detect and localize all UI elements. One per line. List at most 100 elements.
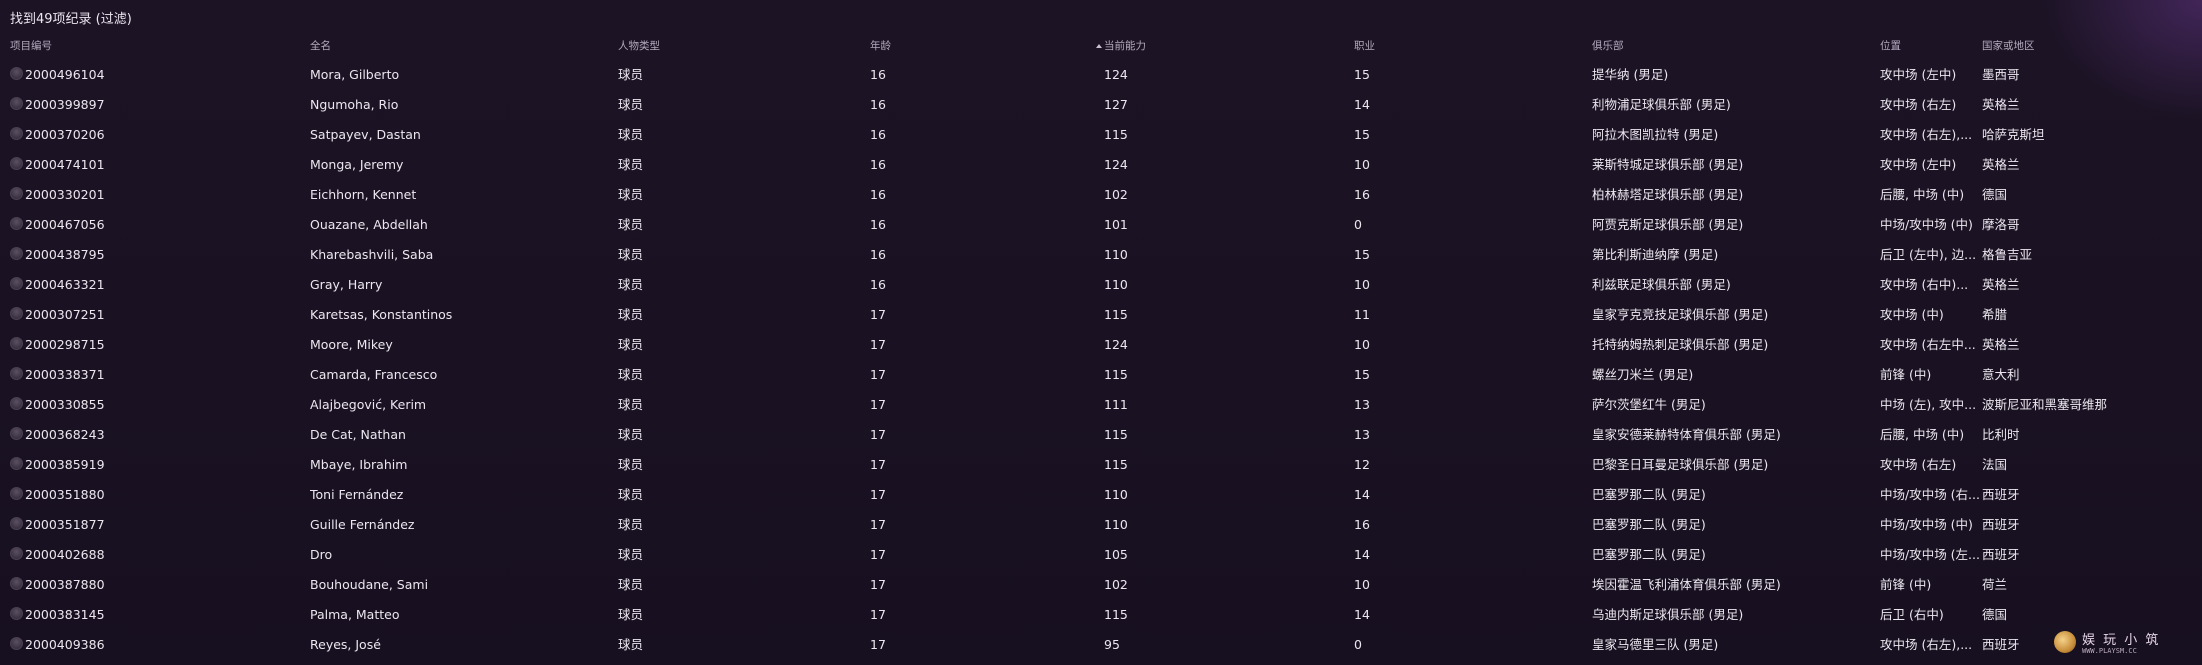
cell-id: 2000385919 (10, 450, 300, 480)
cell-name[interactable]: Guille Fernández (310, 510, 610, 540)
cell-nation: 格鲁吉亚 (1982, 247, 2033, 262)
person-icon (10, 127, 23, 140)
cell-club: 利物浦足球俱乐部 (男足) (1592, 97, 1731, 112)
cell-age: 17 (870, 607, 886, 622)
cell-position: 攻中场 (左中) (1880, 67, 1957, 82)
cell-id-text: 2000298715 (25, 337, 105, 352)
cell-club: 托特纳姆热刺足球俱乐部 (男足) (1592, 337, 1769, 352)
table-row[interactable]: 2000298715 Moore, Mikey 球员 17 124 10 托特纳姆热刺足球俱… (0, 330, 2202, 360)
table-row[interactable]: 2000467056 Ouazane, Abdellah 球员 16 101 0 阿贾克斯足… (0, 210, 2202, 240)
cell-name[interactable]: Satpayev, Dastan (310, 120, 610, 150)
header-ca[interactable]: 当前能力 (1096, 38, 1336, 53)
table-row[interactable]: 2000330201 Eichhorn, Kennet 球员 16 102 16 柏林赫塔足… (0, 180, 2202, 210)
table-row[interactable]: 2000474101 Monga, Jeremy 球员 16 124 10 莱斯特城足球俱乐… (0, 150, 2202, 180)
cell-type: 球员 (618, 217, 644, 232)
cell-id-text: 2000330855 (25, 397, 105, 412)
cell-job: 10 (1354, 277, 1370, 292)
header-ca-label: 当前能力 (1104, 40, 1146, 52)
table-row[interactable]: 2000385919 Mbaye, Ibrahim 球员 17 115 12 巴黎圣日耳曼足… (0, 450, 2202, 480)
cell-job: 13 (1354, 427, 1370, 442)
header-id[interactable]: 项目编号 (10, 38, 300, 53)
cell-id: 2000387880 (10, 570, 300, 600)
cell-type: 球员 (618, 637, 644, 652)
cell-name[interactable]: Mbaye, Ibrahim (310, 450, 610, 480)
cell-age: 17 (870, 457, 886, 472)
cell-position: 中场/攻中场 (中) (1880, 217, 1973, 232)
cell-type: 球员 (618, 607, 644, 622)
cell-ca: 127 (1104, 97, 1128, 112)
cell-name[interactable]: Camarda, Francesco (310, 360, 610, 390)
cell-name[interactable]: Ouazane, Abdellah (310, 210, 610, 240)
table-row[interactable]: 2000402688 Dro 球员 17 105 14 巴塞罗那二队 (男足) 中场/攻中场 … (0, 540, 2202, 570)
cell-age: 16 (870, 187, 886, 202)
cell-club: 皇家亨克竞技足球俱乐部 (男足) (1592, 307, 1769, 322)
cell-position: 后卫 (左中), 边... (1880, 247, 1977, 262)
cell-name[interactable]: Gray, Harry (310, 270, 610, 300)
table-row[interactable]: 2000370206 Satpayev, Dastan 球员 16 115 15 阿拉木图凯… (0, 120, 2202, 150)
cell-ca: 115 (1104, 307, 1128, 322)
header-job[interactable]: 职业 (1354, 38, 1584, 53)
person-icon (10, 337, 23, 350)
header-type[interactable]: 人物类型 (618, 38, 858, 53)
table-row[interactable]: 2000368243 De Cat, Nathan 球员 17 115 13 皇家安德莱赫特… (0, 420, 2202, 450)
cell-ca: 115 (1104, 457, 1128, 472)
cell-name[interactable]: Alajbegović, Kerim (310, 390, 610, 420)
table-row[interactable]: 2000307251 Karetsas, Konstantinos 球员 17 115 1… (0, 300, 2202, 330)
cell-name[interactable]: Ngumoha, Rio (310, 90, 610, 120)
cell-id-text: 2000338371 (25, 367, 105, 382)
cell-nation: 法国 (1982, 457, 2008, 472)
cell-id: 2000467056 (10, 210, 300, 240)
cell-id: 2000438795 (10, 240, 300, 270)
cell-name[interactable]: Mora, Gilberto (310, 60, 610, 90)
cell-type: 球员 (618, 397, 644, 412)
table-row[interactable]: 2000330855 Alajbegović, Kerim 球员 17 111 13 萨尔茨… (0, 390, 2202, 420)
cell-id-text: 2000307251 (25, 307, 105, 322)
table-row[interactable]: 2000338371 Camarda, Francesco 球员 17 115 15 螺丝刀… (0, 360, 2202, 390)
cell-name[interactable]: De Cat, Nathan (310, 420, 610, 450)
header-club[interactable]: 俱乐部 (1592, 38, 1873, 53)
cell-name[interactable]: Karetsas, Konstantinos (310, 300, 610, 330)
cell-name[interactable]: Reyes, José (310, 630, 610, 660)
cell-nation: 德国 (1982, 607, 2008, 622)
cell-name[interactable]: Palma, Matteo (310, 600, 610, 630)
cell-job: 10 (1354, 337, 1370, 352)
table-row[interactable]: 2000383145 Palma, Matteo 球员 17 115 14 乌迪内斯足球俱乐… (0, 600, 2202, 630)
cell-name[interactable]: Monga, Jeremy (310, 150, 610, 180)
cell-name[interactable]: Kharebashvili, Saba (310, 240, 610, 270)
cell-id-text: 2000383145 (25, 607, 105, 622)
header-nation[interactable]: 国家或地区 (1982, 38, 2202, 53)
cell-name[interactable]: Toni Fernández (310, 480, 610, 510)
table-row[interactable]: 2000351880 Toni Fernández 球员 17 110 14 巴塞罗那二队 … (0, 480, 2202, 510)
table-row[interactable]: 2000438795 Kharebashvili, Saba 球员 16 110 15 第比… (0, 240, 2202, 270)
person-icon (10, 67, 23, 80)
header-position[interactable]: 位置 (1880, 38, 1979, 53)
cell-name[interactable]: Moore, Mikey (310, 330, 610, 360)
table-row[interactable]: 2000496104 Mora, Gilberto 球员 16 124 15 提华纳 (男足… (0, 60, 2202, 90)
cell-type: 球员 (618, 247, 644, 262)
cell-job: 10 (1354, 577, 1370, 592)
table-row[interactable]: 2000399897 Ngumoha, Rio 球员 16 127 14 利物浦足球俱乐部 … (0, 90, 2202, 120)
table-row[interactable]: 2000387880 Bouhoudane, Sami 球员 17 102 10 埃因霍温飞… (0, 570, 2202, 600)
cell-type: 球员 (618, 157, 644, 172)
site-watermark: 娱 玩 小 筑 WWW.PLAYSM.CC (2054, 629, 2194, 659)
cell-age: 16 (870, 157, 886, 172)
cell-nation: 英格兰 (1982, 97, 2020, 112)
table-row[interactable]: 2000351877 Guille Fernández 球员 17 110 16 巴塞罗那二… (0, 510, 2202, 540)
cell-id-text: 2000463321 (25, 277, 105, 292)
cell-club: 提华纳 (男足) (1592, 67, 1669, 82)
cell-club: 第比利斯迪纳摩 (男足) (1592, 247, 1719, 262)
person-icon (10, 427, 23, 440)
cell-nation: 墨西哥 (1982, 67, 2020, 82)
table-row[interactable]: 2000409386 Reyes, José 球员 17 95 0 皇家马德里三队 (男足)… (0, 630, 2202, 660)
header-name[interactable]: 全名 (310, 38, 610, 53)
cell-id: 2000368243 (10, 420, 300, 450)
cell-age: 17 (870, 637, 886, 652)
header-age[interactable]: 年龄 (870, 38, 1100, 53)
cell-name[interactable]: Dro (310, 540, 610, 570)
cell-nation: 希腊 (1982, 307, 2008, 322)
cell-name[interactable]: Eichhorn, Kennet (310, 180, 610, 210)
person-icon (10, 547, 23, 560)
cell-job: 16 (1354, 187, 1370, 202)
table-row[interactable]: 2000463321 Gray, Harry 球员 16 110 10 利兹联足球俱乐部 (… (0, 270, 2202, 300)
cell-name[interactable]: Bouhoudane, Sami (310, 570, 610, 600)
